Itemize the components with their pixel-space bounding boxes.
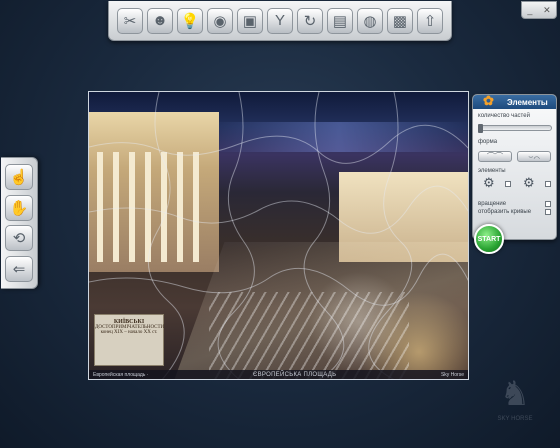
upload-icon[interactable]: ⇧ <box>417 7 443 34</box>
show-curves-checkbox[interactable] <box>545 209 551 215</box>
rotate-icon[interactable]: ⟲ <box>5 225 33 252</box>
tools-icon[interactable]: ✂ <box>117 7 143 34</box>
puzzle-image[interactable]: КИЇВСЬКІ ДОСТОПРИМІЧАТЕЛЬНОСТИ конец XIX… <box>88 91 469 380</box>
hand-pointer-icon[interactable]: ☝ <box>5 164 33 191</box>
elements-checkbox-1[interactable] <box>505 181 511 187</box>
slider-knob[interactable] <box>478 124 483 133</box>
window-controls: _ ✕ <box>521 1 557 19</box>
top-toolbar: ✂ ☻ 💡 ◉ ▣ Y ↻ ▤ ◍ ▩ ⇧ <box>108 1 452 41</box>
dvd-icon[interactable]: ◍ <box>357 7 383 34</box>
shape-option-1[interactable]: ⌒⌒ <box>478 151 512 162</box>
elements-checkbox-2[interactable] <box>545 181 551 187</box>
gear-small-icon: ⚙ <box>523 175 535 190</box>
pieces-label: количество частей <box>478 113 530 119</box>
panel-title: Элементы <box>507 97 548 107</box>
elements-label: элементы <box>478 168 506 174</box>
shape-label: форма <box>478 139 498 145</box>
disc-icon[interactable]: ◉ <box>207 7 233 34</box>
watermark-text: SKY HORSE <box>497 416 533 422</box>
hand-open-icon[interactable]: ✋ <box>5 194 33 221</box>
show-curves-label: отобразить кривые <box>478 209 532 215</box>
horse-logo-icon: ♞ <box>499 375 531 413</box>
exit-icon[interactable]: ⇐ <box>5 255 33 282</box>
rotation-label: вращение <box>478 201 507 207</box>
close-button[interactable]: ✕ <box>543 5 551 16</box>
poster-sub2: конец XIX – начало XX ст. <box>100 330 158 335</box>
refresh-icon[interactable]: ↻ <box>297 7 323 34</box>
fork-icon[interactable]: Y <box>267 7 293 34</box>
puzzle-logo-icon: ✿ <box>483 93 494 108</box>
gallery-icon[interactable]: ▩ <box>387 7 413 34</box>
bag-icon[interactable]: ▤ <box>327 7 353 34</box>
shape-option-2[interactable]: ⌣⌒ <box>517 151 551 162</box>
caption-bar: Европейская площадь · ЄВРОПЕЙСЬКА ПЛОЩАД… <box>89 370 468 379</box>
gear-icon: ⚙ <box>483 175 495 190</box>
bulb-icon[interactable]: 💡 <box>177 7 203 34</box>
caption-center: ЄВРОПЕЙСЬКА ПЛОЩАДЬ <box>253 371 337 378</box>
caption-left: Европейская площадь · <box>93 371 149 378</box>
minimize-button[interactable]: _ <box>527 5 532 15</box>
left-toolbar: ☝ ✋ ⟲ ⇐ <box>1 157 38 289</box>
watermark: ♞ SKY HORSE <box>494 372 536 436</box>
image-icon[interactable]: ▣ <box>237 7 263 34</box>
people-icon[interactable]: ☻ <box>147 7 173 34</box>
start-button[interactable]: START <box>474 224 504 254</box>
caption-right: Sky Horse <box>440 371 464 378</box>
poster: КИЇВСЬКІ ДОСТОПРИМІЧАТЕЛЬНОСТИ конец XIX… <box>94 314 164 366</box>
elements-panel: ✿ Элементы количество частей форма ⌒⌒ ⌣⌒… <box>472 93 557 240</box>
rotation-checkbox[interactable] <box>545 201 551 207</box>
pieces-slider[interactable] <box>478 124 552 133</box>
panel-header: ✿ Элементы <box>473 93 556 109</box>
